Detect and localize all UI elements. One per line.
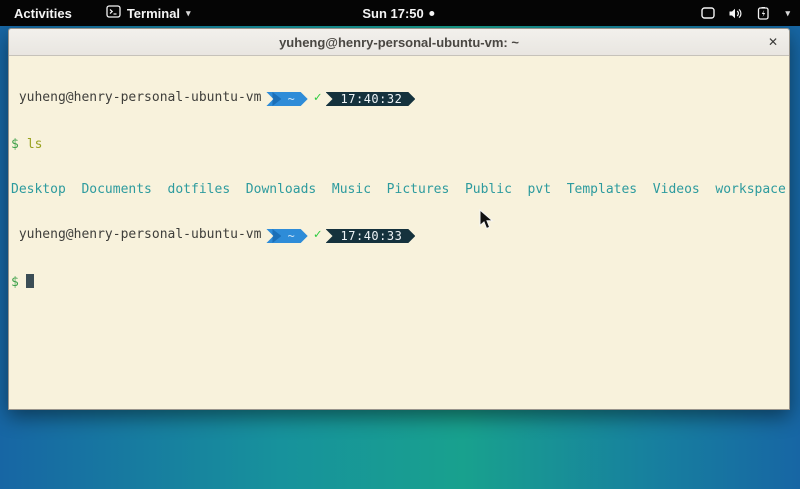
powerline-path-segment: ~ [266,229,307,243]
command-text: ls [27,137,43,152]
powerline-path-segment: ~ [266,92,307,106]
shell-prompt: $ [11,275,19,290]
screen-share-icon [701,7,715,19]
notification-dot [430,11,435,16]
chevron-down-icon: ▾ [785,8,790,19]
system-status-menu[interactable]: ▾ [701,7,790,20]
titlebar[interactable]: yuheng@henry-personal-ubuntu-vm: ~ ✕ [9,29,789,56]
shell-prompt: $ [11,137,19,152]
window-title: yuheng@henry-personal-ubuntu-vm: ~ [279,35,519,50]
clock-label: Sun 17:50 [362,6,423,21]
close-button[interactable]: ✕ [768,36,778,48]
powerline-time-segment: 17:40:33 [326,229,416,243]
prompt-user-host: yuheng@henry-personal-ubuntu-vm [11,90,261,105]
terminal-content[interactable]: yuheng@henry-personal-ubuntu-vm ~ ✓ 17:40:3… [9,56,789,410]
terminal-window: yuheng@henry-personal-ubuntu-vm: ~ ✕ yuh… [8,28,790,410]
text-cursor [26,274,34,288]
desktop: Activities Terminal ▾ Sun 17:50 [0,0,800,489]
command-line: $ ls [11,137,789,152]
status-check-icon: ✓ [314,90,322,105]
volume-icon [728,7,743,20]
prompt-line: yuheng@henry-personal-ubuntu-vm ~ ✓ 17:40:3… [11,90,789,107]
app-menu-label: Terminal [127,6,180,21]
clock-button[interactable]: Sun 17:50 [362,6,434,21]
ls-output: Desktop Documents dotfiles Downloads Mus… [11,182,789,197]
battery-charging-icon [756,7,772,20]
prompt-user-host: yuheng@henry-personal-ubuntu-vm [11,227,261,242]
activities-button[interactable]: Activities [10,4,76,23]
top-bar: Activities Terminal ▾ Sun 17:50 [0,0,800,26]
input-line: $ [11,274,789,290]
app-menu-button[interactable]: Terminal ▾ [106,5,191,21]
status-check-icon: ✓ [314,227,322,242]
terminal-app-icon [106,5,121,21]
chevron-down-icon: ▾ [186,8,191,19]
powerline-time-segment: 17:40:32 [326,92,416,106]
prompt-line: yuheng@henry-personal-ubuntu-vm ~ ✓ 17:40:3… [11,227,789,244]
